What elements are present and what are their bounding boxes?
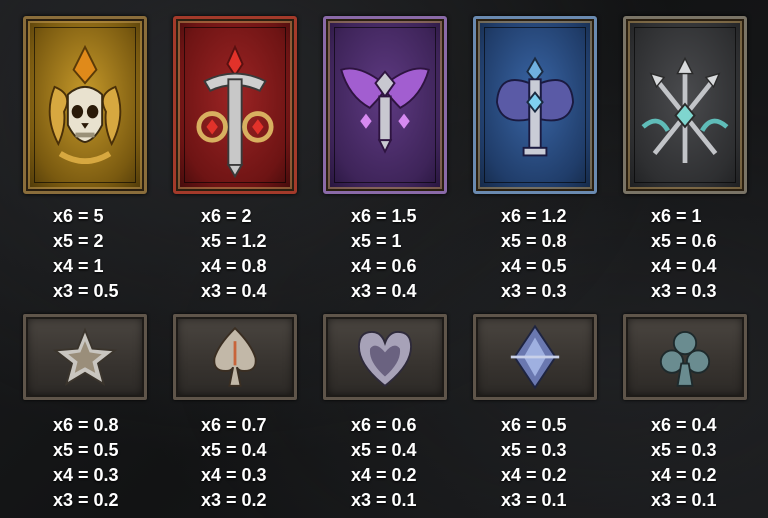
symbol-tile-star [23, 314, 147, 400]
red-sword-icon [196, 44, 274, 179]
pay-line: x4 = 0.5 [501, 256, 567, 276]
pay-line: x4 = 1 [53, 256, 104, 276]
symbol-card-purple-winged-sword [323, 16, 447, 194]
symbol-tile-club [623, 314, 747, 400]
paytable-heart: x6 = 0.6 x5 = 0.4 x4 = 0.2 x3 = 0.1 [351, 413, 475, 513]
pay-line: x4 = 0.6 [351, 256, 417, 276]
club-icon [659, 330, 711, 387]
pay-line: x4 = 0.4 [651, 256, 717, 276]
symbol-card-blue-axe [473, 16, 597, 194]
symbol-tile-diamond [473, 314, 597, 400]
diamond-icon [510, 324, 560, 390]
spade-icon [213, 326, 257, 387]
pay-line: x5 = 0.8 [501, 231, 567, 251]
symbol-card-red-sword [173, 16, 297, 194]
pay-line: x3 = 0.3 [501, 281, 567, 301]
paytable-blue-axe: x6 = 1.2 x5 = 0.8 x4 = 0.5 x3 = 0.3 [501, 204, 625, 304]
pay-line: x6 = 2 [201, 206, 252, 226]
pay-line: x6 = 0.4 [651, 415, 717, 435]
pay-line: x6 = 1.2 [501, 206, 567, 226]
pay-line: x3 = 0.4 [201, 281, 267, 301]
pay-line: x4 = 0.2 [501, 465, 567, 485]
heart-icon [358, 330, 412, 388]
blue-axe-icon [495, 56, 575, 157]
pay-line: x3 = 0.2 [201, 490, 267, 510]
symbol-tile-heart [323, 314, 447, 400]
symbol-card-grey-arrows [623, 16, 747, 194]
pay-line: x4 = 0.2 [651, 465, 717, 485]
pay-line: x3 = 0.1 [501, 490, 567, 510]
paytable-purple-winged-sword: x6 = 1.5 x5 = 1 x4 = 0.6 x3 = 0.4 [351, 204, 475, 304]
paytable-star: x6 = 0.8 x5 = 0.5 x4 = 0.3 x3 = 0.2 [53, 413, 177, 513]
purple-winged-sword-icon [340, 67, 430, 154]
pay-line: x6 = 0.8 [53, 415, 119, 435]
gold-skull-icon [48, 44, 122, 164]
pay-line: x3 = 0.4 [351, 281, 417, 301]
pay-line: x4 = 0.3 [201, 465, 267, 485]
pay-line: x5 = 1.2 [201, 231, 267, 251]
pay-line: x6 = 0.5 [501, 415, 567, 435]
paytable-gold-skull: x6 = 5 x5 = 2 x4 = 1 x3 = 0.5 [53, 204, 177, 304]
pay-line: x6 = 5 [53, 206, 104, 226]
pay-line: x5 = 0.4 [201, 440, 267, 460]
star-icon [52, 327, 118, 386]
symbol-card-gold-skull [23, 16, 147, 194]
pay-line: x3 = 0.5 [53, 281, 119, 301]
pay-line: x3 = 0.1 [651, 490, 717, 510]
pay-line: x5 = 0.3 [501, 440, 567, 460]
paytable-club: x6 = 0.4 x5 = 0.3 x4 = 0.2 x3 = 0.1 [651, 413, 768, 513]
pay-line: x4 = 0.2 [351, 465, 417, 485]
pay-line: x6 = 0.7 [201, 415, 267, 435]
pay-line: x5 = 2 [53, 231, 104, 251]
paytable-diamond: x6 = 0.5 x5 = 0.3 x4 = 0.2 x3 = 0.1 [501, 413, 625, 513]
pay-line: x5 = 0.4 [351, 440, 417, 460]
pay-line: x5 = 1 [351, 231, 402, 251]
crossed-arrows-icon [641, 56, 729, 164]
pay-line: x4 = 0.3 [53, 465, 119, 485]
pay-line: x3 = 0.3 [651, 281, 717, 301]
pay-line: x5 = 0.5 [53, 440, 119, 460]
pay-line: x6 = 0.6 [351, 415, 417, 435]
paytable-grey-arrows: x6 = 1 x5 = 0.6 x4 = 0.4 x3 = 0.3 [651, 204, 768, 304]
pay-line: x3 = 0.1 [351, 490, 417, 510]
pay-line: x5 = 0.3 [651, 440, 717, 460]
paytable-spade: x6 = 0.7 x5 = 0.4 x4 = 0.3 x3 = 0.2 [201, 413, 325, 513]
pay-line: x6 = 1.5 [351, 206, 417, 226]
symbol-tile-spade [173, 314, 297, 400]
pay-line: x3 = 0.2 [53, 490, 119, 510]
pay-line: x4 = 0.8 [201, 256, 267, 276]
pay-line: x6 = 1 [651, 206, 702, 226]
paytable-red-sword: x6 = 2 x5 = 1.2 x4 = 0.8 x3 = 0.4 [201, 204, 325, 304]
pay-line: x5 = 0.6 [651, 231, 717, 251]
